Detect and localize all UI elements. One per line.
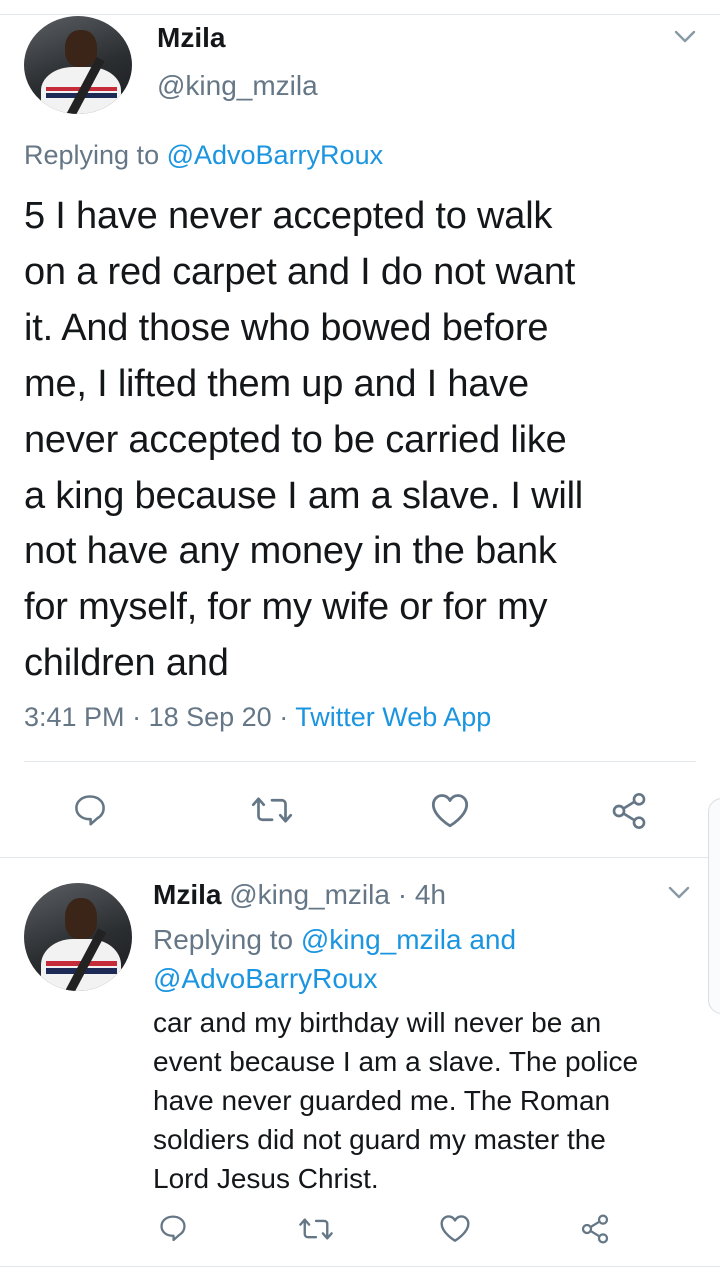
reply-header: Mzila @king_mzila · 4h [153, 879, 446, 911]
divider [0, 857, 720, 858]
share-icon[interactable] [578, 1212, 612, 1246]
replying-label: Replying to [24, 140, 167, 170]
tweet-meta: 3:41 PM · 18 Sep 20 · Twitter Web App [24, 702, 491, 733]
author-handle[interactable]: @king_mzila [229, 879, 390, 910]
divider [0, 1266, 720, 1267]
retweet-icon[interactable] [248, 790, 296, 830]
author-name[interactable]: Mzila [153, 879, 221, 910]
share-icon[interactable] [608, 790, 650, 832]
divider [24, 761, 696, 762]
chevron-down-icon[interactable] [674, 30, 696, 44]
tweet-text: 5 I have never accepted to walk on a red… [24, 195, 584, 685]
heart-icon[interactable] [428, 790, 472, 830]
reply-icon[interactable] [70, 790, 110, 830]
chevron-down-icon[interactable] [668, 886, 690, 900]
mention-link[interactable]: @AdvoBarryRoux [153, 963, 378, 994]
tweet-age[interactable]: 4h [415, 879, 446, 910]
tweet-date[interactable]: 18 Sep 20 [149, 702, 272, 732]
and-text: and [461, 924, 517, 955]
avatar[interactable] [24, 883, 132, 991]
reply-icon[interactable] [156, 1212, 190, 1244]
top-divider [0, 0, 720, 15]
author-handle[interactable]: @king_mzila [157, 70, 318, 102]
tweet-text: car and my birthday will never be an eve… [153, 1007, 639, 1194]
author-name[interactable]: Mzila [157, 22, 225, 54]
avatar[interactable] [24, 16, 132, 114]
tweet-source[interactable]: Twitter Web App [295, 702, 491, 732]
heart-icon[interactable] [438, 1212, 472, 1244]
mention-link[interactable]: @king_mzila [301, 924, 462, 955]
meta-separator: · [397, 879, 408, 910]
meta-separator: · [132, 702, 142, 732]
tweet-time[interactable]: 3:41 PM [24, 702, 125, 732]
meta-separator: · [279, 702, 289, 732]
scroll-handle[interactable] [708, 798, 720, 1014]
retweet-icon[interactable] [296, 1214, 336, 1244]
mention-link[interactable]: @AdvoBarryRoux [167, 140, 384, 170]
replying-label: Replying to [153, 924, 301, 955]
replying-to: Replying to @king_mzila and @AdvoBarryRo… [153, 920, 653, 998]
replying-to: Replying to @AdvoBarryRoux [24, 140, 383, 171]
